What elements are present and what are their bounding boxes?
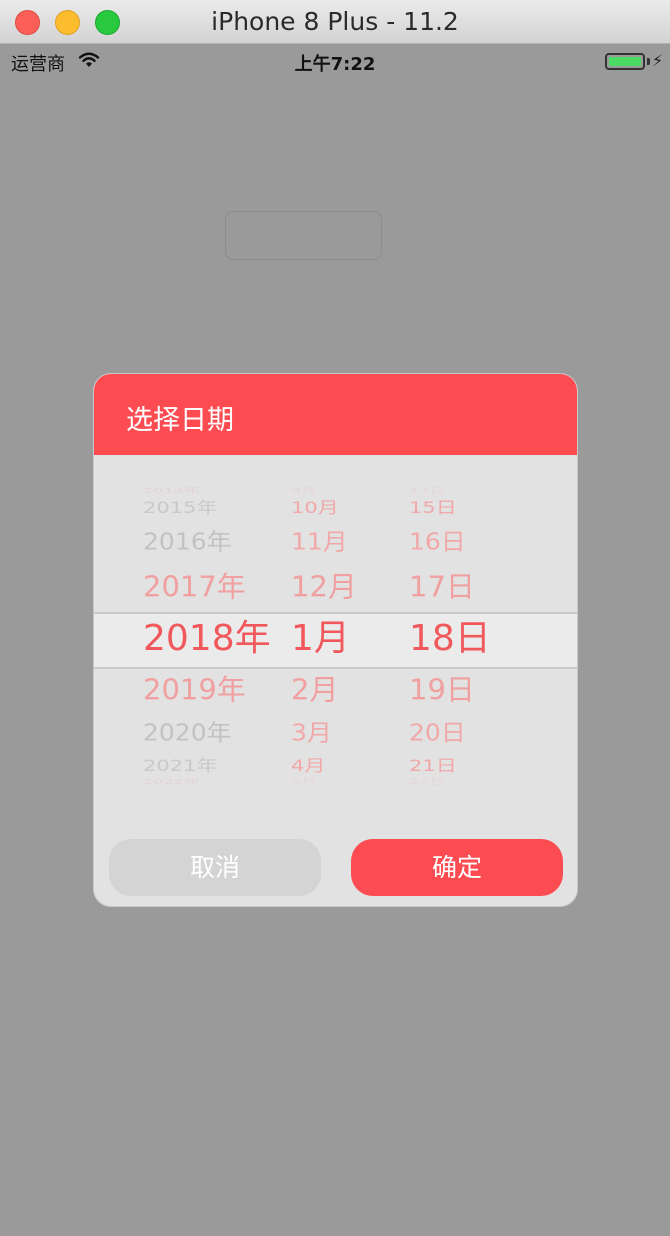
month-item[interactable]: 11月 [291, 530, 348, 553]
day-item[interactable]: 20日 [409, 721, 466, 744]
month-item[interactable]: 3月 [291, 721, 332, 744]
year-item[interactable]: 2017年 [143, 573, 246, 601]
month-item[interactable]: 1月 [291, 621, 350, 657]
day-item[interactable]: 19日 [409, 676, 475, 704]
month-item[interactable]: 2月 [291, 676, 338, 704]
year-item[interactable]: 2016年 [143, 530, 232, 553]
charging-bolt-icon: ⚡ [652, 51, 664, 70]
day-column[interactable]: 14日 15日 16日 17日 18日 19日 20日 21日 22日 [409, 455, 509, 810]
year-item[interactable]: 2022年 [143, 778, 200, 785]
battery-icon [605, 53, 645, 70]
day-item[interactable]: 17日 [409, 573, 475, 601]
year-item[interactable]: 2021年 [143, 758, 217, 774]
year-item[interactable]: 2015年 [143, 500, 217, 516]
date-picker-wheel[interactable]: 2014年 2015年 2016年 2017年 2018年 2019年 2020年 2021年… [94, 455, 577, 810]
day-item[interactable]: 14日 [409, 487, 445, 494]
dialog-title: 选择日期 [126, 405, 234, 436]
month-item[interactable]: 10月 [291, 500, 339, 516]
month-column[interactable]: 9月 10月 11月 12月 1月 2月 3月 4月 5月 [291, 455, 381, 810]
status-time: 上午7:22 [294, 54, 376, 75]
simulator-title-bar: iPhone 8 Plus - 11.2 [0, 0, 670, 44]
year-item[interactable]: 2018年 [143, 621, 271, 657]
day-item[interactable]: 22日 [409, 778, 445, 785]
date-picker-dialog: 选择日期 2014年 2015年 2016年 2017年 2018年 2019年 2020年… [93, 373, 578, 907]
day-item[interactable]: 18日 [409, 621, 491, 657]
dialog-header: 选择日期 [94, 374, 577, 455]
year-item[interactable]: 2019年 [143, 676, 246, 704]
cancel-button[interactable]: 取消 [109, 839, 321, 896]
month-item[interactable]: 9月 [291, 487, 317, 494]
year-column[interactable]: 2014年 2015年 2016年 2017年 2018年 2019年 2020年 2021年… [143, 455, 283, 810]
year-item[interactable]: 2020年 [143, 721, 232, 744]
day-item[interactable]: 16日 [409, 530, 466, 553]
month-item[interactable]: 12月 [291, 573, 357, 601]
day-item[interactable]: 21日 [409, 758, 457, 774]
battery-tip [647, 58, 650, 65]
month-item[interactable]: 5月 [291, 778, 317, 785]
day-item[interactable]: 15日 [409, 500, 457, 516]
confirm-button[interactable]: 确定 [351, 839, 563, 896]
year-item[interactable]: 2014年 [143, 487, 200, 494]
month-item[interactable]: 4月 [291, 758, 325, 774]
status-bar: 运营商 上午7:22 ⚡ [0, 44, 670, 78]
open-date-picker-button[interactable] [225, 211, 382, 260]
window-title: iPhone 8 Plus - 11.2 [211, 7, 459, 36]
